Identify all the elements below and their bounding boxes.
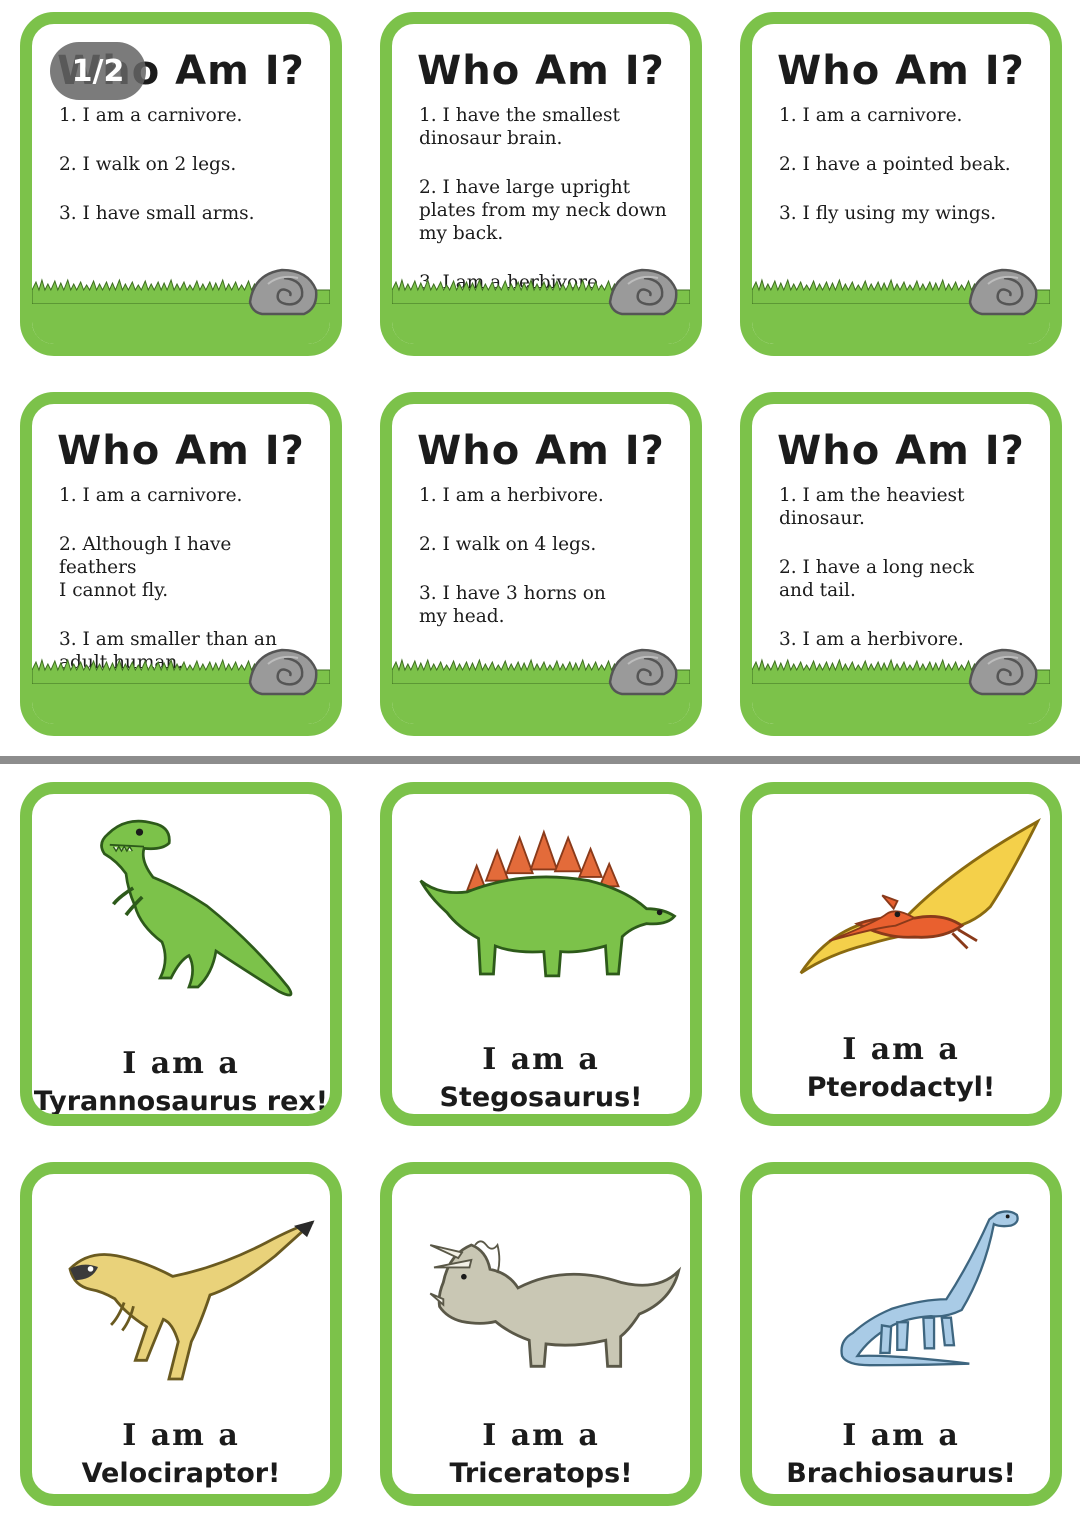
clue-item: 2. Although I have feathers I cannot fly… [59,534,232,601]
clue-item: 1. I am the heaviest dinosaur. [779,485,965,529]
answer-card: I am a Triceratops! [380,1162,702,1506]
answer-dinosaur-name: Pterodactyl! [806,1072,996,1103]
answer-prefix: I am a [122,1418,240,1453]
clue-item: 1. I am a carnivore. [779,105,963,126]
clue-card: Who Am I? 1. I am a herbivore. 2. I walk o… [380,392,702,736]
answer-card: I am a Stegosaurus! [380,782,702,1126]
clue-item: 2. I walk on 2 legs. [59,154,237,175]
answer-dinosaur-name: Velociraptor! [81,1458,281,1489]
ammonite-fossil-icon [606,644,680,698]
clue-card-title: Who Am I? [777,428,1025,474]
answer-dinosaur-name: Brachiosaurus! [786,1458,1016,1489]
clue-item: 2. I have large upright plates from my n… [419,177,667,244]
clue-card: Who Am I? 1. I am a carnivore. 2. I have a… [740,12,1062,356]
triceratops-illustration [406,1216,686,1390]
clue-card: Who Am I? 1. I am the heaviest dinosaur. 2… [740,392,1062,736]
pterodactyl-illustration [760,812,1050,996]
clue-list: 1. I am a carnivore. 2. I walk on 2 legs.… [59,104,312,251]
answer-card: I am a Pterodactyl! [740,782,1062,1126]
answer-prefix: I am a [482,1042,600,1077]
clue-item: 3. I have 3 horns on my head. [419,583,606,627]
answer-card: I am a Brachiosaurus! [740,1162,1062,1506]
clue-item: 1. I am a carnivore. [59,105,243,126]
answer-card: I am a Velociraptor! [20,1162,342,1506]
section-divider [0,756,1080,764]
ammonite-fossil-icon [246,644,320,698]
clue-card-title: Who Am I? [777,48,1025,94]
brachiosaurus-illustration [816,1182,1046,1396]
clue-item: 3. I fly using my wings. [779,203,997,224]
answer-dinosaur-name: Triceratops! [449,1458,633,1489]
ammonite-fossil-icon [966,644,1040,698]
clue-list: 1. I am a herbivore. 2. I walk on 4 legs.… [419,484,672,654]
answer-prefix: I am a [482,1418,600,1453]
clue-item: 2. I have a long neck and tail. [779,557,974,601]
velociraptor-illustration [42,1200,322,1394]
ammonite-fossil-icon [606,264,680,318]
clue-card-title: Who Am I? [417,428,665,474]
clue-card: Who Am I? 1. I am a carnivore. 2. Although… [20,392,342,736]
clue-item: 1. I have the smallest dinosaur brain. [419,105,620,149]
answer-card: I am a Tyrannosaurus rex! [20,782,342,1126]
answer-prefix: I am a [122,1046,240,1081]
clue-card: Who Am I? 1. I have the smallest dinosaur… [380,12,702,356]
clue-item: 3. I have small arms. [59,203,255,224]
clue-item: 1. I am a carnivore. [59,485,243,506]
ammonite-fossil-icon [246,264,320,318]
clue-card-title: Who Am I? [57,428,305,474]
clue-item: 2. I have a pointed beak. [779,154,1011,175]
clue-item: 2. I walk on 4 legs. [419,534,597,555]
clue-card-title: Who Am I? [417,48,665,94]
clue-list: 1. I am a carnivore. 2. I have a pointed … [779,104,1032,251]
page-indicator: 1/2 [50,42,146,100]
ammonite-fossil-icon [966,264,1040,318]
clue-item: 1. I am a herbivore. [419,485,604,506]
answer-dinosaur-name: Stegosaurus! [439,1082,643,1113]
stegosaurus-illustration [402,814,682,998]
answer-prefix: I am a [842,1418,960,1453]
answer-prefix: I am a [842,1032,960,1067]
answer-dinosaur-name: Tyrannosaurus rex! [33,1086,329,1117]
tyrannosaurus-illustration [54,806,324,1010]
